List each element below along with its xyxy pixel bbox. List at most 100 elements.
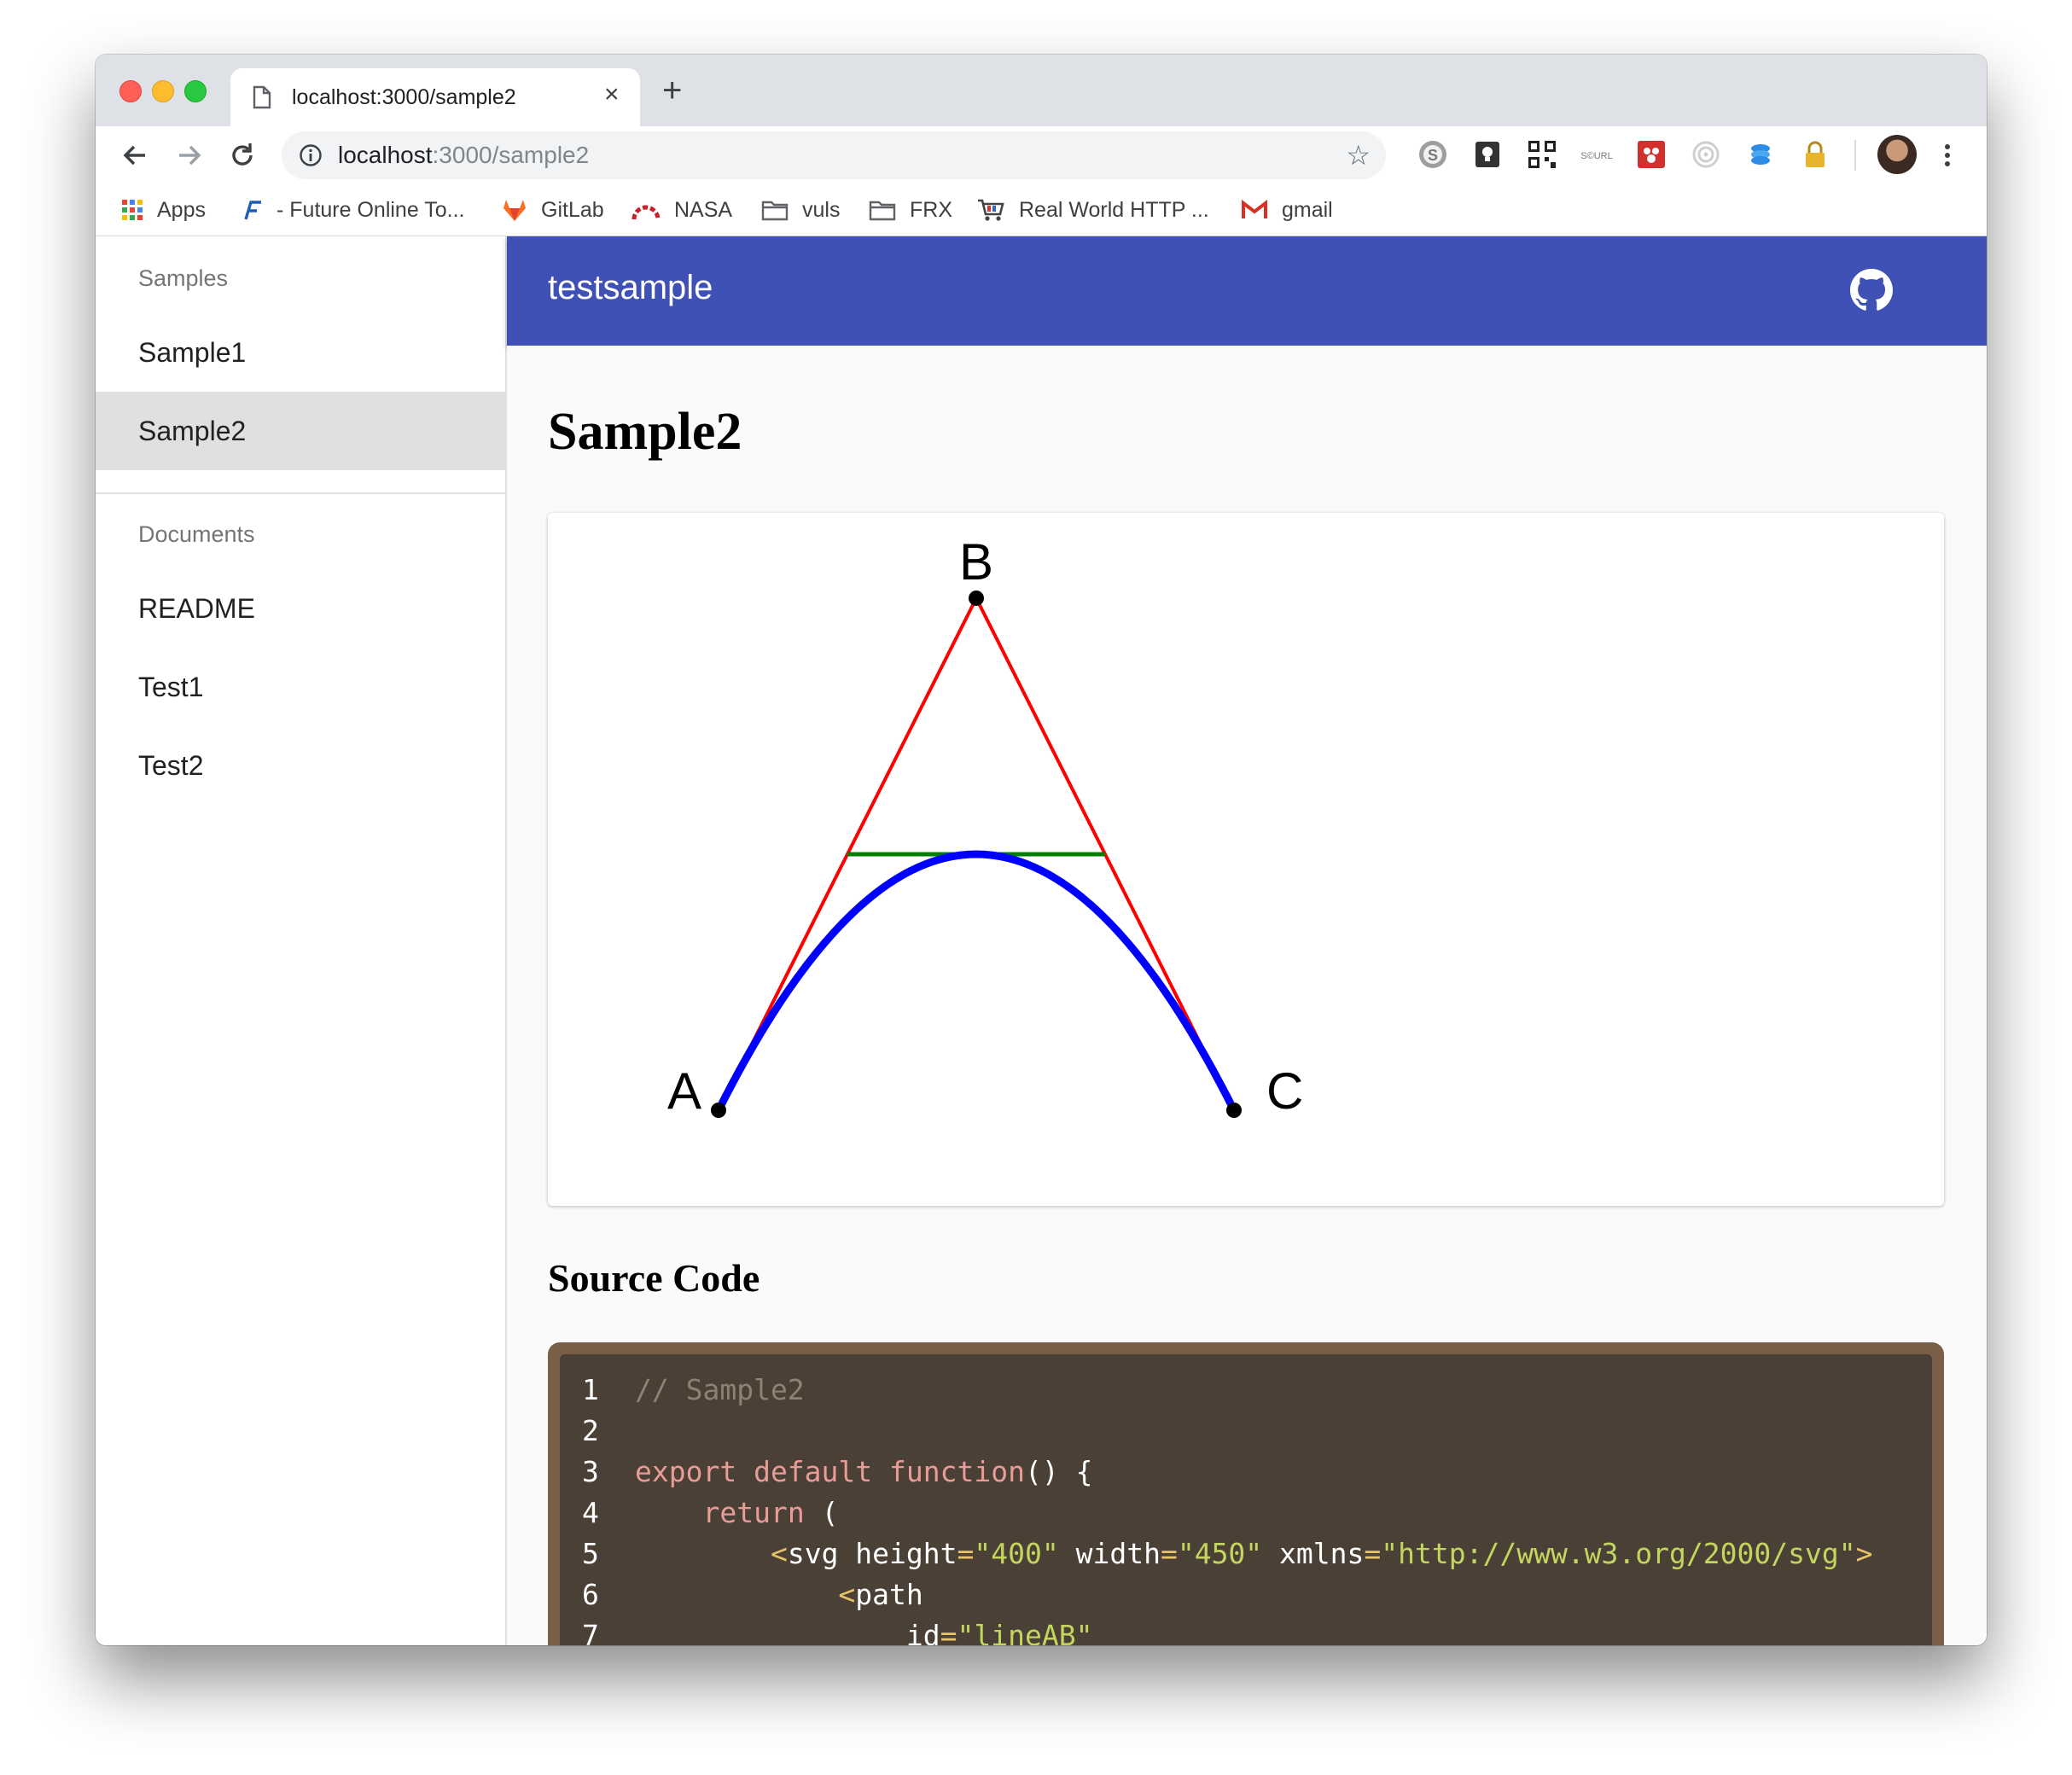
tab-strip: localhost:3000/sample2 × + <box>96 55 1987 128</box>
bookmark-real-world-http[interactable]: Real World HTTP ... <box>976 184 1209 236</box>
bookmark-label: - Future Online To... <box>276 197 465 222</box>
sidebar-item-test1[interactable]: Test1 <box>96 648 505 726</box>
code-token: () { <box>1024 1455 1093 1488</box>
browser-tab[interactable]: localhost:3000/sample2 × <box>230 68 640 128</box>
code-text: export default function() { <box>635 1455 1092 1488</box>
sidebar-item-readme[interactable]: README <box>96 569 505 648</box>
bookmark-star-icon[interactable]: ☆ <box>1346 142 1371 169</box>
code-body[interactable]: 1 // Sample2 2 3 export default function() {… <box>560 1354 1932 1645</box>
extension-qr-icon[interactable] <box>1526 138 1558 171</box>
extension-shorturl-icon[interactable]: S©URL <box>1580 138 1613 171</box>
toolbar-separator <box>1854 140 1856 171</box>
point-a <box>711 1103 726 1118</box>
samples-subheader: Samples <box>138 265 229 291</box>
line-number: 7 <box>582 1619 599 1645</box>
bookmark-label: FRX <box>910 197 952 222</box>
apps-grid-icon <box>121 199 143 221</box>
line-number: 4 <box>582 1496 599 1529</box>
sidebar-item-test2[interactable]: Test2 <box>96 726 505 805</box>
code-token: "lineAB" <box>957 1619 1093 1645</box>
bookmark-nasa[interactable]: NASA <box>631 184 732 236</box>
bookmark-gitlab[interactable]: GitLab <box>502 184 604 236</box>
bookmark-apps[interactable]: Apps <box>121 184 206 236</box>
code-token: xmlns <box>1262 1537 1365 1570</box>
code-token: // Sample2 <box>635 1373 805 1406</box>
line-number: 1 <box>582 1373 599 1406</box>
bookmark-future[interactable]: - Future Online To... <box>241 184 464 236</box>
main-content: Sample2 A B C Source Code 1 // Sample2 2 3 e… <box>507 346 1987 1645</box>
github-icon[interactable] <box>1850 269 1893 316</box>
bookmark-vuls[interactable]: vuls <box>761 184 840 236</box>
reload-icon[interactable] <box>225 138 259 177</box>
bezier-diagram: A B C <box>667 533 1303 1120</box>
gmail-icon <box>1241 200 1268 220</box>
browser-toolbar: localhost:3000/sample2 ☆ S S©URL <box>96 126 1987 184</box>
extension-stack-icon[interactable] <box>1744 138 1777 171</box>
new-tab-button[interactable]: + <box>662 73 682 108</box>
minimize-window-button[interactable] <box>152 80 174 102</box>
bookmark-label: GitLab <box>541 197 604 222</box>
url-text[interactable]: localhost:3000/sample2 <box>338 142 589 169</box>
code-token: = <box>940 1619 957 1645</box>
bookmark-label: vuls <box>802 197 841 222</box>
code-token: "450" <box>1177 1537 1263 1570</box>
bookmark-label: Apps <box>157 197 206 222</box>
folder-icon <box>761 199 789 221</box>
forward-arrow-icon[interactable] <box>172 138 207 177</box>
extension-s-icon[interactable]: S <box>1417 138 1449 171</box>
maximize-window-button[interactable] <box>184 80 207 102</box>
code-block: 1 // Sample2 2 3 export default function() {… <box>548 1342 1944 1645</box>
app-title: testsample <box>548 269 713 306</box>
bookmark-frx[interactable]: FRX <box>869 184 952 236</box>
site-info-icon[interactable] <box>299 143 323 172</box>
section-title: Source Code <box>548 1256 760 1300</box>
address-bar[interactable]: localhost:3000/sample2 ☆ <box>282 131 1386 179</box>
sidebar-item-label: README <box>138 592 255 624</box>
sidebar-item-label: Test2 <box>138 749 204 781</box>
tab-title: localhost:3000/sample2 <box>292 85 516 109</box>
gitlab-icon <box>502 198 527 222</box>
code-text: return ( <box>635 1496 838 1529</box>
back-arrow-icon[interactable] <box>118 138 152 177</box>
extension-red-icon[interactable] <box>1635 138 1667 171</box>
code-token: < <box>770 1537 788 1570</box>
cart-icon <box>976 198 1005 222</box>
page-icon <box>253 85 271 113</box>
line-number: 2 <box>582 1414 599 1447</box>
extension-target-icon[interactable] <box>1690 138 1722 171</box>
bookmark-label: NASA <box>674 197 733 222</box>
sidebar-item-label: Sample2 <box>138 415 247 446</box>
sidebar-item-sample2[interactable]: Sample2 <box>96 392 505 470</box>
profile-avatar[interactable] <box>1877 135 1917 174</box>
bezier-curve <box>714 850 1238 1113</box>
app-bar: testsample <box>507 236 1987 346</box>
code-token: svg height <box>787 1537 957 1570</box>
code-token: path <box>855 1578 923 1611</box>
line-number: 5 <box>582 1537 599 1570</box>
code-token: = <box>1160 1537 1178 1570</box>
extension-keep-icon[interactable] <box>1471 138 1504 171</box>
code-token: = <box>1364 1537 1382 1570</box>
code-text: <path <box>635 1578 923 1611</box>
sidebar-divider <box>96 492 505 494</box>
bookmark-label: Real World HTTP ... <box>1019 197 1209 222</box>
url-path: :3000/sample2 <box>432 142 590 168</box>
close-window-button[interactable] <box>119 80 142 102</box>
code-token: "400" <box>974 1537 1059 1570</box>
bookmark-gmail[interactable]: gmail <box>1241 184 1333 236</box>
code-token: id <box>635 1619 940 1645</box>
extension-lock-icon[interactable] <box>1799 138 1831 171</box>
folder-icon <box>869 199 896 221</box>
label-a: A <box>667 1062 701 1120</box>
future-logo-icon <box>241 199 263 221</box>
tab-close-icon[interactable]: × <box>604 82 620 108</box>
point-b <box>969 591 984 606</box>
url-host: localhost <box>338 142 433 168</box>
code-text: id="lineAB" <box>635 1619 1093 1645</box>
code-token: < <box>838 1578 856 1611</box>
sidebar-item-sample1[interactable]: Sample1 <box>96 313 505 392</box>
more-menu-icon[interactable] <box>1941 138 1954 177</box>
